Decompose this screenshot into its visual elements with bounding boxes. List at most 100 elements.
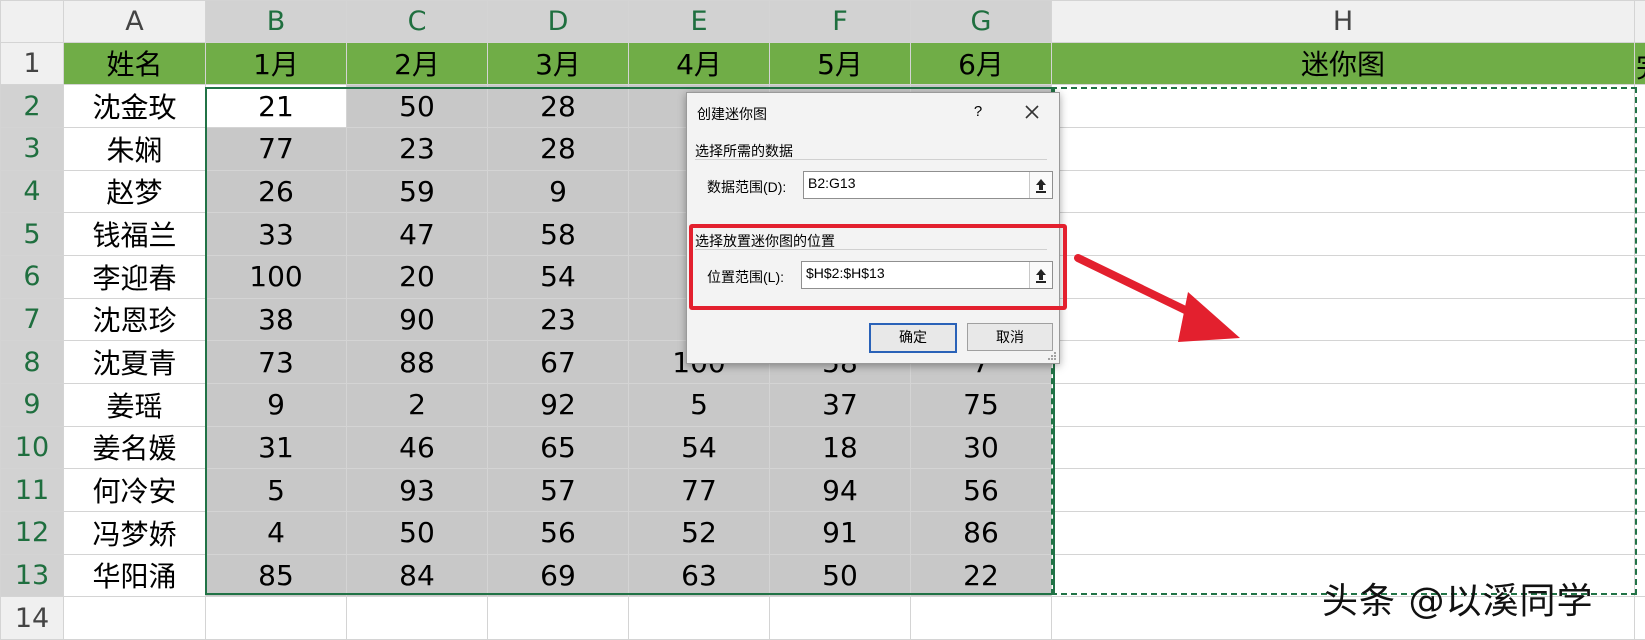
row-header[interactable]: 4 — [0, 169, 64, 214]
edge-cell[interactable] — [1634, 340, 1645, 384]
name-cell[interactable]: 钱福兰 — [63, 212, 206, 256]
name-cell[interactable]: 李迎春 — [63, 254, 206, 299]
value-cell[interactable]: 37 — [769, 382, 911, 427]
value-cell[interactable]: 5 — [205, 468, 347, 512]
column-header-i[interactable] — [1634, 0, 1645, 43]
edge-cell[interactable] — [1634, 553, 1645, 598]
value-cell[interactable]: 9 — [487, 169, 629, 214]
row-header[interactable]: 3 — [0, 126, 64, 171]
empty-cell[interactable] — [1634, 596, 1645, 640]
edge-cell[interactable] — [1634, 212, 1645, 256]
empty-cell[interactable] — [205, 596, 347, 640]
edge-cell[interactable] — [1634, 126, 1645, 171]
edge-cell[interactable] — [1634, 510, 1645, 555]
sparkline-cell[interactable] — [1051, 169, 1635, 214]
row-header[interactable]: 10 — [0, 425, 64, 470]
value-cell[interactable]: 67 — [487, 340, 629, 384]
column-header-h[interactable]: H — [1051, 0, 1635, 43]
location-range-collapse-button[interactable] — [1029, 262, 1052, 288]
sparkline-cell[interactable] — [1051, 468, 1635, 512]
value-cell[interactable]: 90 — [346, 297, 488, 342]
value-cell[interactable]: 92 — [487, 382, 629, 427]
row-header[interactable]: 2 — [0, 84, 64, 128]
value-cell[interactable]: 88 — [346, 340, 488, 384]
value-cell[interactable]: 54 — [487, 254, 629, 299]
value-cell[interactable]: 77 — [205, 126, 347, 171]
empty-cell[interactable] — [910, 596, 1052, 640]
name-cell[interactable]: 沈恩珍 — [63, 297, 206, 342]
value-cell[interactable]: 73 — [205, 340, 347, 384]
value-cell[interactable]: 52 — [628, 510, 770, 555]
value-cell[interactable]: 18 — [769, 425, 911, 470]
name-cell[interactable]: 赵梦 — [63, 169, 206, 214]
row-header[interactable]: 11 — [0, 468, 64, 512]
row-header[interactable]: 13 — [0, 553, 64, 598]
name-cell[interactable]: 冯梦娇 — [63, 510, 206, 555]
column-header-b[interactable]: B — [205, 0, 347, 43]
edge-cell[interactable] — [1634, 84, 1645, 128]
value-cell[interactable]: 23 — [346, 126, 488, 171]
value-cell[interactable]: 75 — [910, 382, 1052, 427]
value-cell[interactable]: 50 — [769, 553, 911, 598]
ok-button[interactable]: 确定 — [869, 323, 957, 353]
value-cell[interactable]: 30 — [910, 425, 1052, 470]
data-range-input[interactable] — [808, 175, 1018, 191]
name-cell[interactable]: 何冷安 — [63, 468, 206, 512]
header-cell-apr[interactable]: 4月 — [628, 41, 770, 86]
empty-cell[interactable] — [769, 596, 911, 640]
column-header-c[interactable]: C — [346, 0, 488, 43]
column-header-g[interactable]: G — [910, 0, 1052, 43]
header-cell-name[interactable]: 姓名 — [63, 41, 206, 86]
data-range-field[interactable] — [803, 171, 1053, 199]
sparkline-cell[interactable] — [1051, 382, 1635, 427]
name-cell[interactable]: 沈金玫 — [63, 84, 206, 128]
value-cell[interactable]: 86 — [910, 510, 1052, 555]
active-cell[interactable]: 21 — [205, 84, 347, 128]
value-cell[interactable]: 4 — [205, 510, 347, 555]
value-cell[interactable]: 33 — [205, 212, 347, 256]
column-header-e[interactable]: E — [628, 0, 770, 43]
header-cell-mar[interactable]: 3月 — [487, 41, 629, 86]
row-header[interactable]: 9 — [0, 382, 64, 427]
name-cell[interactable]: 朱娴 — [63, 126, 206, 171]
value-cell[interactable]: 9 — [205, 382, 347, 427]
name-cell[interactable]: 姜瑶 — [63, 382, 206, 427]
row-header[interactable]: 6 — [0, 254, 64, 299]
column-header-a[interactable]: A — [63, 0, 206, 43]
value-cell[interactable]: 31 — [205, 425, 347, 470]
value-cell[interactable]: 77 — [628, 468, 770, 512]
value-cell[interactable]: 56 — [910, 468, 1052, 512]
value-cell[interactable]: 54 — [628, 425, 770, 470]
value-cell[interactable]: 50 — [346, 84, 488, 128]
value-cell[interactable]: 26 — [205, 169, 347, 214]
row-header[interactable]: 8 — [0, 340, 64, 384]
column-header-f[interactable]: F — [769, 0, 911, 43]
value-cell[interactable]: 50 — [346, 510, 488, 555]
value-cell[interactable]: 38 — [205, 297, 347, 342]
empty-cell[interactable] — [487, 596, 629, 640]
row-header[interactable]: 1 — [0, 41, 64, 86]
header-cell-jun[interactable]: 6月 — [910, 41, 1052, 86]
location-range-input[interactable] — [806, 265, 1016, 281]
value-cell[interactable]: 100 — [205, 254, 347, 299]
edge-cell[interactable] — [1634, 468, 1645, 512]
row-header[interactable]: 7 — [0, 297, 64, 342]
edge-cell[interactable] — [1634, 382, 1645, 427]
value-cell[interactable]: 85 — [205, 553, 347, 598]
sparkline-cell[interactable] — [1051, 84, 1635, 128]
value-cell[interactable]: 58 — [487, 212, 629, 256]
value-cell[interactable]: 23 — [487, 297, 629, 342]
value-cell[interactable]: 69 — [487, 553, 629, 598]
value-cell[interactable]: 46 — [346, 425, 488, 470]
value-cell[interactable]: 47 — [346, 212, 488, 256]
edge-cell[interactable] — [1634, 169, 1645, 214]
header-cell-feb[interactable]: 2月 — [346, 41, 488, 86]
header-cell-may[interactable]: 5月 — [769, 41, 911, 86]
data-range-collapse-button[interactable] — [1029, 172, 1052, 198]
row-header[interactable]: 5 — [0, 212, 64, 256]
sparkline-cell[interactable] — [1051, 425, 1635, 470]
value-cell[interactable]: 84 — [346, 553, 488, 598]
location-range-field[interactable] — [801, 261, 1053, 289]
help-button[interactable]: ? — [967, 101, 989, 123]
edge-cell[interactable] — [1634, 254, 1645, 299]
